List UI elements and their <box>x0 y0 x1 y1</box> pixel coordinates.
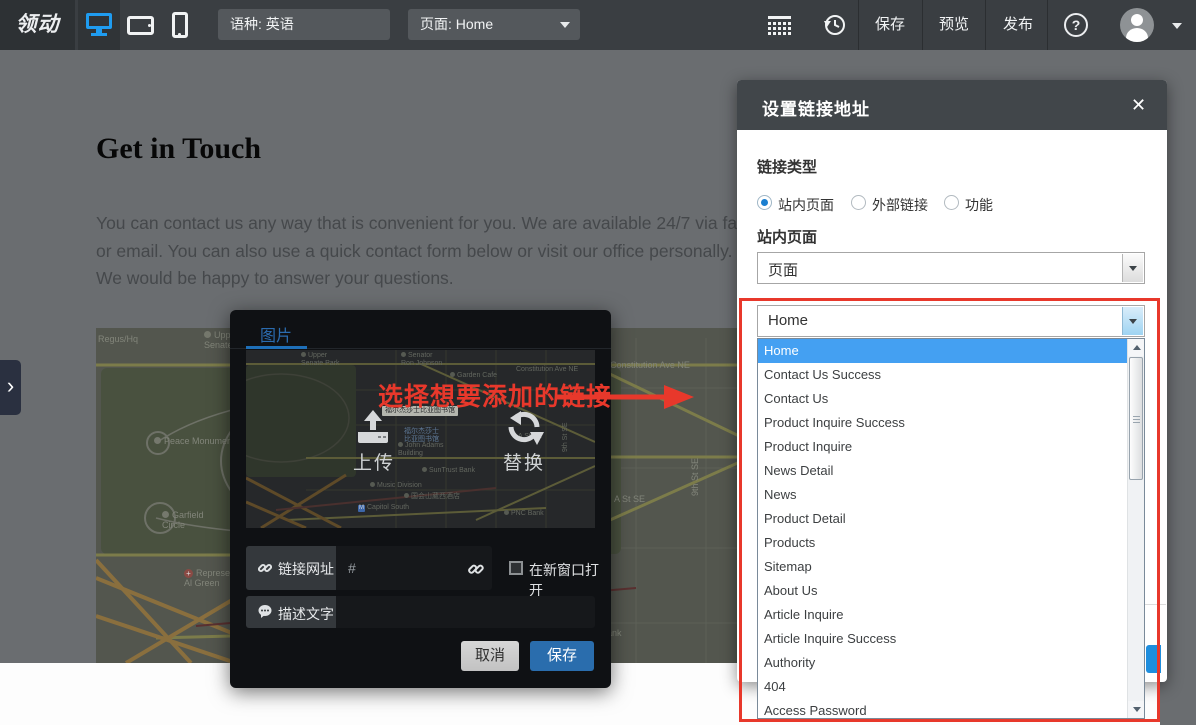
radio-external-link-label[interactable]: 外部链接 <box>872 195 928 215</box>
map-label: A St SE <box>614 494 645 504</box>
tablet-icon <box>127 16 154 35</box>
person-icon <box>1131 14 1143 26</box>
desktop-icon <box>86 13 112 36</box>
mobile-icon <box>172 12 188 38</box>
map-label: Peace Monument <box>154 436 235 446</box>
replace-icon[interactable] <box>504 408 544 451</box>
map-label: 9th St SE <box>562 422 570 452</box>
close-icon[interactable]: ✕ <box>1125 93 1152 118</box>
radio-function[interactable] <box>944 195 959 210</box>
avatar[interactable] <box>1120 8 1154 42</box>
link-type-label: 链接类型 <box>757 156 817 177</box>
link-icon <box>258 561 272 575</box>
language-selector[interactable]: 语种: 英语 <box>218 9 390 40</box>
chevron-right-icon: › <box>7 373 14 398</box>
page-title: Get in Touch <box>96 132 261 166</box>
modal-save-button[interactable]: 保存 <box>530 641 594 671</box>
category-select[interactable]: 页面 <box>757 252 1145 284</box>
map-label: Constitution Ave NE <box>610 360 690 370</box>
grid-icon[interactable] <box>768 16 792 41</box>
image-dialog: 图片 Upper Senate ParkSenator Ron <box>230 310 611 688</box>
replace-label[interactable]: 替换 <box>503 448 545 475</box>
upload-label[interactable]: 上传 <box>353 448 395 475</box>
modal-cancel-button[interactable]: 取消 <box>461 641 519 671</box>
map-label: Constitution Ave NE <box>516 366 578 374</box>
upload-icon[interactable] <box>354 410 392 449</box>
map-label: Upper Senate Park <box>301 352 340 368</box>
map-label: PNC Bank <box>504 510 544 518</box>
select-dropdown-button[interactable] <box>1122 254 1143 282</box>
comment-icon <box>258 605 272 618</box>
map-label: Garfield Circle <box>162 510 204 530</box>
chevron-down-icon <box>1129 266 1137 271</box>
map-label: Capitol South <box>358 504 409 512</box>
map-label: John Adams Building <box>398 442 444 458</box>
radio-site-page-label[interactable]: 站内页面 <box>778 195 834 215</box>
map-label: 国会山葳西酒店 <box>404 493 460 501</box>
map-label: 9th St SE <box>690 458 700 496</box>
help-icon[interactable]: ? <box>1064 13 1088 37</box>
toolbar: 领动 语种: 英语 页面: Home <box>0 0 1196 50</box>
radio-external-link[interactable] <box>851 195 866 210</box>
chevron-down-icon <box>560 22 570 28</box>
open-new-window-label: 在新窗口打开 <box>529 560 611 600</box>
map-label: Regus/Hq <box>98 334 138 344</box>
page-selector[interactable]: 页面: Home <box>408 9 580 40</box>
device-desktop-button[interactable] <box>78 0 120 50</box>
annotation-arrow <box>556 382 696 412</box>
radio-site-page[interactable] <box>757 195 772 210</box>
description-input[interactable] <box>336 596 595 628</box>
preview-button[interactable]: 预览 <box>923 0 985 50</box>
app-logo[interactable]: 领动 <box>0 0 75 50</box>
map-label: Senator Ron Johnson <box>401 352 442 368</box>
active-tab-indicator <box>246 346 307 349</box>
publish-button[interactable]: 发布 <box>987 0 1049 50</box>
site-page-section-label: 站内页面 <box>757 226 817 247</box>
device-tablet-button[interactable] <box>120 0 162 50</box>
description-label: 描述文字 <box>246 596 336 628</box>
account-menu-caret-icon[interactable] <box>1172 23 1182 29</box>
open-new-window-checkbox[interactable] <box>509 561 523 575</box>
link-url-label: 链接网址 <box>246 546 336 590</box>
annotation-highlight-box <box>739 298 1160 722</box>
map-label: Music Division <box>370 482 422 490</box>
map-label: SunTrust Bank <box>422 467 475 475</box>
panel-header: 设置链接地址 ✕ <box>737 80 1167 130</box>
image-dialog-tab[interactable]: 图片 <box>260 322 292 346</box>
device-mobile-button[interactable] <box>160 0 202 50</box>
save-button[interactable]: 保存 <box>859 0 921 50</box>
panel-title: 设置链接地址 <box>762 95 870 120</box>
radio-function-label[interactable]: 功能 <box>965 195 993 215</box>
history-icon[interactable] <box>823 13 847 42</box>
link-pick-icon[interactable] <box>468 561 484 577</box>
sidebar-expand-button[interactable]: › <box>0 360 21 415</box>
